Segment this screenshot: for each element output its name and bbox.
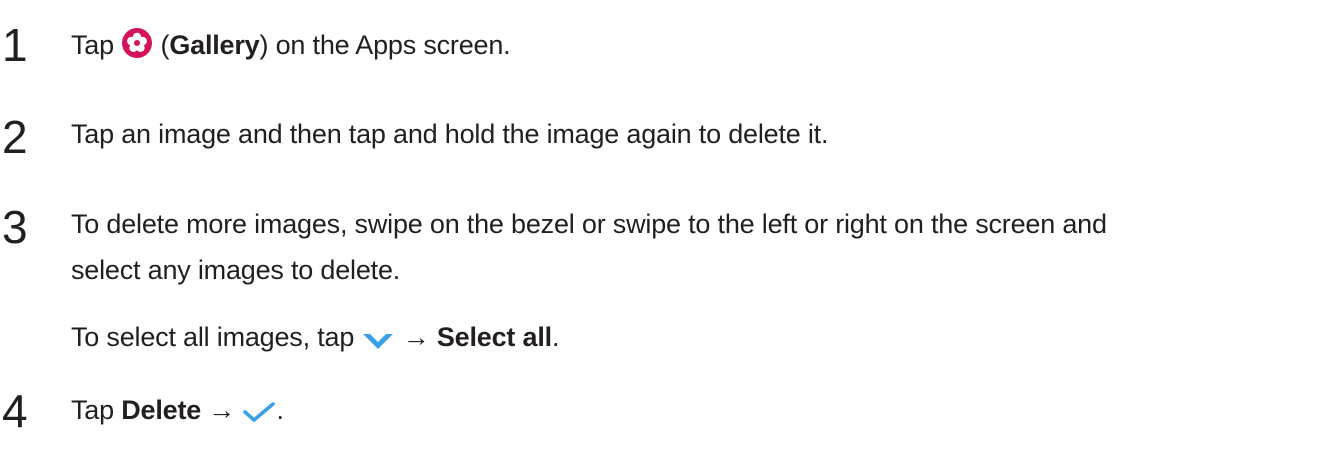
subtext-after: . [551, 322, 560, 352]
checkmark-icon [242, 396, 276, 434]
step-text-before: Tap [71, 395, 122, 425]
paren-open: ( [153, 30, 170, 60]
step-number: 2 [2, 111, 28, 163]
step-number: 3 [2, 201, 28, 253]
gallery-app-icon [121, 27, 153, 69]
step-subtext: To select all images, tap → Select all. [71, 318, 559, 361]
select-all-label: Select all [436, 322, 552, 352]
app-name: Gallery [169, 30, 260, 60]
arrow: → [395, 322, 437, 352]
step-text-line-1: To delete more images, swipe on the beze… [71, 209, 1107, 239]
step-text: Tap (Gallery) on the Apps screen. [71, 26, 511, 69]
delete-label: Delete [121, 395, 202, 425]
subtext-before: To select all images, tap [71, 322, 362, 352]
step-text-before: Tap [71, 30, 122, 60]
step-text-after: ) on the Apps screen. [259, 30, 511, 60]
step-number: 4 [2, 385, 28, 437]
more-options-chevron-icon [361, 323, 395, 361]
step-text-after: . [276, 395, 284, 425]
step-text: Tap Delete → . [71, 391, 284, 434]
step-text: Tap an image and then tap and hold the i… [71, 119, 829, 149]
step-number: 1 [2, 19, 28, 71]
step-text-line-2: select any images to delete. [71, 255, 401, 285]
arrow: → [201, 395, 243, 425]
